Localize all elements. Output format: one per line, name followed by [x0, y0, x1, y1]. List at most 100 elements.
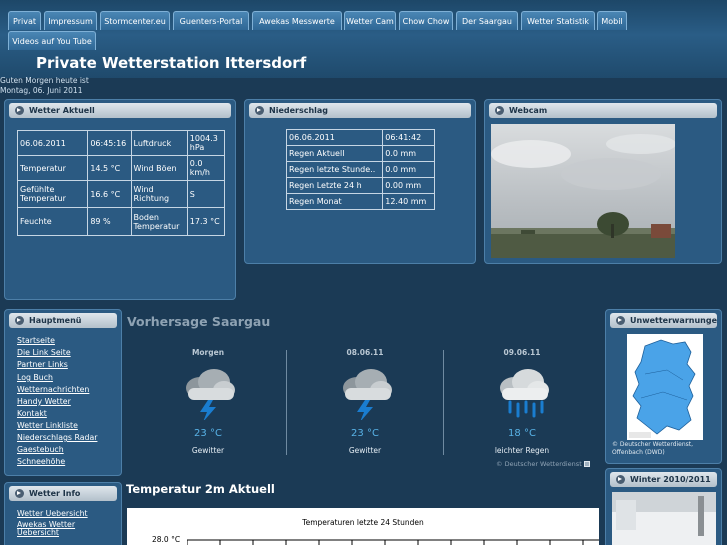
table-cell: 0.0 mm [382, 145, 435, 162]
greeting-text: Guten Morgen heute ist [0, 76, 89, 85]
bullet-arrow-icon [616, 475, 625, 484]
menu-link-die-link-seite[interactable]: Die Link Seite [17, 348, 71, 357]
current-date: Montag, 06. Juni 2011 [0, 86, 83, 95]
niederschlag-title: Niederschlag [269, 106, 329, 115]
forecast-day-label: 09.06.11 [503, 348, 541, 357]
forecast-divider [286, 350, 287, 455]
unwetter-header: Unwetterwarnungen [610, 313, 717, 328]
tab-chow-chow[interactable]: Chow Chow [399, 11, 453, 30]
table-cell: 14.5 °C [87, 155, 132, 181]
temperature-title: Temperatur 2m Aktuell [126, 482, 275, 496]
winter-photo[interactable] [612, 492, 716, 545]
bullet-arrow-icon [15, 316, 24, 325]
site-title: Private Wetterstation Ittersdorf [36, 54, 307, 72]
table-cell: 06:45:16 [87, 130, 132, 156]
menu-link-log-buch[interactable]: Log Buch [17, 373, 53, 382]
temperature-y-label: 28.0 °C [152, 535, 181, 544]
unwetter-title: Unwetterwarnungen [630, 316, 717, 325]
wetter-aktuell-header: Wetter Aktuell [9, 103, 231, 118]
menu-link-wetter-linkliste[interactable]: Wetter Linkliste [17, 421, 78, 430]
menu-link-wetternachrichten[interactable]: Wetternachrichten [17, 385, 89, 394]
table-cell: S [186, 180, 226, 208]
table-cell: 06.06.2011 [16, 130, 89, 156]
forecast-day-2: 08.06.11 23 °C Gewitter [315, 348, 415, 458]
table-cell: Luftdruck [130, 130, 188, 156]
menu-link-gaestebuch[interactable]: Gaestebuch [17, 445, 64, 454]
wetter-info-title: Wetter Info [29, 489, 81, 498]
table-cell: Wind Böen [130, 155, 188, 181]
tab-impressum[interactable]: Impressum [44, 11, 97, 30]
temperature-chart-title: Temperaturen letzte 24 Stunden [302, 518, 424, 527]
bullet-arrow-icon [495, 106, 504, 115]
bullet-arrow-icon [15, 106, 24, 115]
menu-link-awekas-wetter-uebersicht[interactable]: Awekas Wetter Uebersicht [17, 521, 87, 537]
table-cell: Wind Richtung [130, 180, 188, 208]
menu-link-handy-wetter[interactable]: Handy Wetter [17, 397, 71, 406]
tab-stormcenter[interactable]: Stormcenter.eu [100, 11, 170, 30]
forecast-desc: leichter Regen [494, 446, 550, 455]
menu-link-kontakt[interactable]: Kontakt [17, 409, 47, 418]
table-cell: Regen Aktuell [285, 145, 384, 162]
warning-map-image[interactable] [627, 334, 703, 440]
table-cell: 17.3 °C [186, 207, 226, 236]
unwetter-panel: Unwetterwarnungen © Deutscher Wetterdien… [605, 309, 722, 464]
forecast-divider [443, 350, 444, 455]
bullet-arrow-icon [255, 106, 264, 115]
wetter-info-header: Wetter Info [9, 486, 117, 501]
table-cell: Feuchte [16, 207, 89, 236]
table-cell: 0.0 mm [382, 161, 435, 178]
thunderstorm-icon [343, 369, 392, 420]
bullet-arrow-icon [616, 316, 625, 325]
table-cell: Boden Temperatur [130, 207, 188, 236]
table-cell: 89 % [87, 207, 132, 236]
table-cell: Regen Letzte 24 h [285, 177, 384, 194]
forecast-day-3: 09.06.11 18 °C leichter Regen [472, 348, 572, 458]
tab-wetter-cam[interactable]: Wetter Cam [344, 11, 396, 30]
webcam-header: Webcam [489, 103, 717, 118]
forecast-day-label: Morgen [191, 348, 225, 357]
table-cell: Regen letzte Stunde.. [285, 161, 384, 178]
tab-privat[interactable]: Privat [8, 11, 41, 30]
forecast-temp: 18 °C [508, 428, 536, 439]
webcam-panel: Webcam [484, 99, 722, 264]
table-cell: Regen Monat [285, 193, 384, 210]
menu-link-niederschlags-radar[interactable]: Niederschlags Radar [17, 433, 97, 442]
forecast-temp: 23 °C [351, 428, 379, 439]
rain-icon [500, 369, 549, 418]
table-cell: 06:41:42 [382, 129, 435, 146]
tab-der-saargau[interactable]: Der Saargau [456, 11, 518, 30]
temperature-chart: Temperaturen letzte 24 Stunden 28.0 °C [127, 508, 599, 545]
winter-header: Winter 2010/2011 [610, 472, 717, 487]
forecast-credit-text: © Deutscher Wetterdienst [496, 460, 582, 468]
table-cell: 06.06.2011 [285, 129, 384, 146]
forecast-credit: © Deutscher Wetterdienst [496, 460, 590, 468]
hauptmenue-title: Hauptmenü [29, 316, 82, 325]
tab-wetter-statistik[interactable]: Wetter Statistik [521, 11, 595, 30]
winter-panel: Winter 2010/2011 [605, 468, 722, 545]
table-cell: Gefühlte Temperatur [16, 180, 89, 208]
dwd-logo-icon [583, 461, 590, 467]
tab-guenters-portal[interactable]: Guenters-Portal [173, 11, 249, 30]
unwetter-credit: © Deutscher Wetterdienst, Offenbach (DWD… [612, 441, 694, 456]
hauptmenue-header: Hauptmenü [9, 313, 117, 328]
webcam-image[interactable] [491, 124, 675, 258]
table-cell: 0.00 mm [382, 177, 435, 194]
forecast-day-1: Morgen 23 °C Gewitter [158, 348, 258, 458]
menu-link-partner-links[interactable]: Partner Links [17, 360, 68, 369]
forecast-desc: Gewitter [348, 446, 382, 455]
forecast-day-label: 08.06.11 [346, 348, 384, 357]
niederschlag-header: Niederschlag [249, 103, 471, 118]
menu-link-schneehoehe[interactable]: Schneehöhe [17, 457, 65, 466]
bullet-arrow-icon [15, 489, 24, 498]
menu-link-startseite[interactable]: Startseite [17, 336, 55, 345]
thunderstorm-icon [186, 369, 235, 420]
table-cell: 12.40 mm [382, 193, 435, 210]
forecast-desc: Gewitter [191, 446, 225, 455]
tab-videos-youtube[interactable]: Videos auf You Tube [8, 31, 96, 50]
wetter-aktuell-panel: Wetter Aktuell 06.06.2011 06:45:16 Luftd… [4, 99, 236, 300]
tab-mobil[interactable]: Mobil [597, 11, 627, 30]
menu-link-wetter-uebersicht[interactable]: Wetter Uebersicht [17, 509, 88, 518]
tab-awekas-messwerte[interactable]: Awekas Messwerte [252, 11, 342, 30]
wetter-aktuell-table: 06.06.2011 06:45:16 Luftdruck 1004.3 hPa… [16, 130, 226, 236]
temperature-chart-grid [187, 539, 599, 545]
